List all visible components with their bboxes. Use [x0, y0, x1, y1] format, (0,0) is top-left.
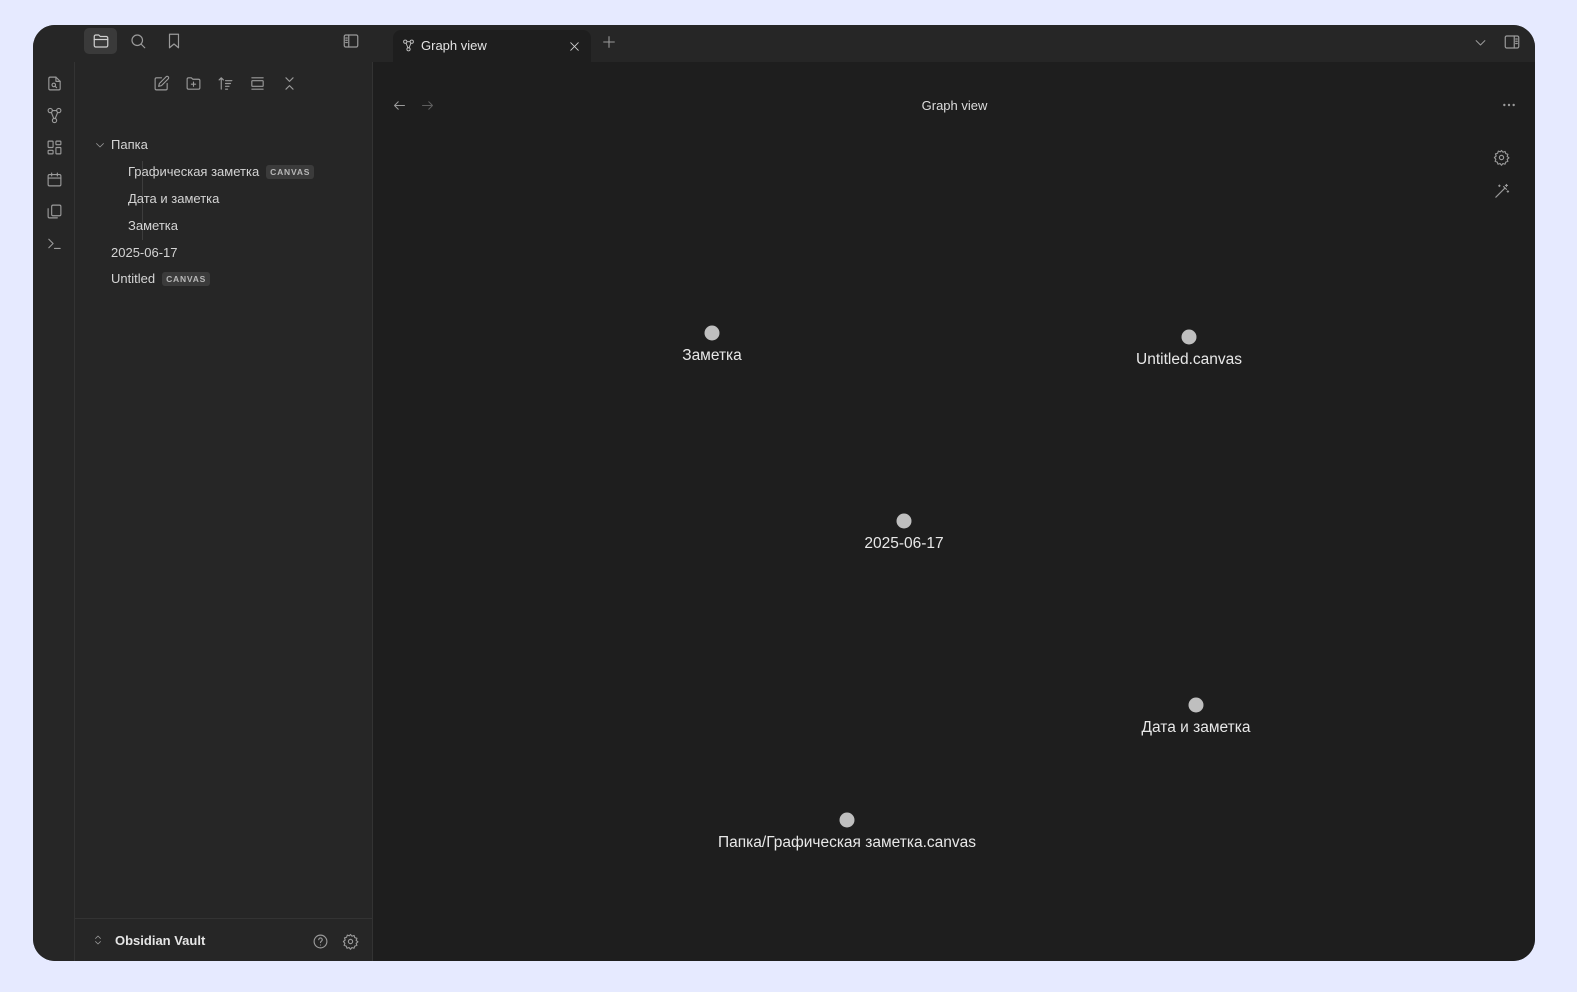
file-item[interactable]: Дата и заметка	[128, 191, 219, 206]
file-item[interactable]: Графическая заметка CANVAS	[128, 164, 315, 179]
title-bar: Graph view	[33, 25, 1535, 62]
more-options-icon[interactable]	[1498, 94, 1520, 116]
chevron-down-icon	[93, 138, 107, 152]
graph-view[interactable]: Graph view Заметка Untitled.canvas 2025-…	[374, 62, 1535, 961]
folder-item[interactable]: Папка	[93, 137, 148, 152]
canvas-badge: CANVAS	[266, 164, 315, 179]
canvas-icon[interactable]	[42, 135, 66, 159]
file-label: Графическая заметка	[128, 164, 260, 179]
tab-list-chevron-icon[interactable]	[1470, 30, 1490, 54]
help-icon[interactable]	[309, 930, 331, 952]
canvas-badge: CANVAS	[162, 271, 211, 286]
graph-node[interactable]	[1181, 329, 1197, 345]
graph-node[interactable]	[704, 325, 720, 341]
graph-node-label: 2025-06-17	[864, 535, 944, 552]
search-icon[interactable]	[125, 28, 151, 54]
settings-gear-icon[interactable]	[339, 930, 361, 952]
graph-node[interactable]	[896, 513, 912, 529]
vault-switcher-icon[interactable]	[90, 932, 106, 948]
graph-settings-icon[interactable]	[1490, 146, 1512, 168]
view-title: Graph view	[921, 98, 988, 113]
vault-name[interactable]: Obsidian Vault	[115, 933, 205, 948]
new-tab-icon[interactable]	[599, 30, 619, 54]
graph-node-label: Дата и заметка	[1141, 719, 1251, 736]
file-explorer: Папка Графическая заметка CANVAS Дата и …	[75, 62, 373, 961]
templates-icon[interactable]	[42, 199, 66, 223]
sort-icon[interactable]	[213, 71, 237, 95]
file-item[interactable]: Untitled CANVAS	[111, 271, 211, 286]
command-palette-icon[interactable]	[42, 231, 66, 255]
folder-label: Папка	[111, 137, 148, 152]
graph-node[interactable]	[1188, 697, 1204, 713]
magic-wand-icon[interactable]	[1490, 180, 1512, 202]
file-item[interactable]: Заметка	[128, 218, 178, 233]
graph-node-label: Папка/Графическая заметка.canvas	[717, 834, 977, 851]
collapse-all-icon[interactable]	[277, 71, 301, 95]
auto-reveal-icon[interactable]	[245, 71, 269, 95]
file-label: 2025-06-17	[111, 245, 178, 260]
file-label: Untitled	[111, 271, 156, 286]
right-sidebar-toggle-icon[interactable]	[1499, 29, 1525, 55]
file-label: Заметка	[128, 218, 178, 233]
graph-icon[interactable]	[42, 103, 66, 127]
bookmark-icon[interactable]	[161, 28, 187, 54]
graph-node[interactable]	[839, 812, 855, 828]
tab-label: Graph view	[421, 38, 487, 53]
folder-icon[interactable]	[84, 28, 117, 54]
graph-icon	[400, 37, 416, 53]
open-quick-switcher-icon[interactable]	[42, 71, 66, 95]
graph-node-label: Заметка	[682, 347, 742, 364]
new-folder-icon[interactable]	[181, 71, 205, 95]
new-note-icon[interactable]	[149, 71, 173, 95]
vault-bar: Obsidian Vault	[75, 918, 372, 961]
sidebar-toggle-icon[interactable]	[338, 28, 364, 54]
close-icon[interactable]	[565, 37, 583, 55]
app-window: Graph view Папка Графическая заметка CAN…	[33, 25, 1535, 961]
file-item[interactable]: 2025-06-17	[111, 245, 178, 260]
graph-node-label: Untitled.canvas	[1136, 351, 1242, 368]
ribbon	[33, 62, 75, 961]
calendar-icon[interactable]	[42, 167, 66, 191]
file-label: Дата и заметка	[128, 191, 220, 206]
tab-graph-view[interactable]: Graph view	[393, 30, 591, 62]
